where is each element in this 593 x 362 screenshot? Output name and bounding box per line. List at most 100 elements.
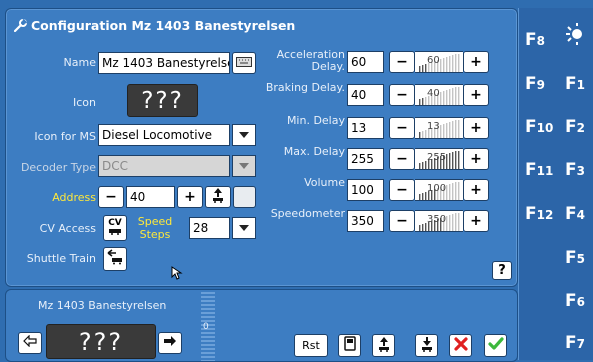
function-key-number: 2: [576, 121, 585, 135]
function-key-letter: F: [525, 30, 537, 50]
param-minus-button[interactable]: −: [389, 84, 415, 106]
cancel-button[interactable]: [449, 334, 472, 357]
function-key-number: 12: [536, 208, 554, 222]
param-label: Acceleration Delay.: [276, 48, 345, 73]
name-field[interactable]: Mz 1403 Banestyrelsen: [98, 52, 230, 74]
function-key[interactable]: F6: [565, 291, 585, 311]
function-key[interactable]: F1: [565, 74, 585, 94]
speed-steps-dropdown-button[interactable]: [232, 217, 256, 239]
function-key[interactable]: F4: [565, 204, 585, 224]
param-value-field[interactable]: 60: [347, 51, 384, 73]
light-icon[interactable]: [564, 22, 588, 50]
param-slider[interactable]: 100: [415, 179, 463, 201]
function-key[interactable]: F9: [525, 74, 545, 94]
slider-value: 100: [427, 183, 447, 194]
slider-value: 255: [427, 152, 447, 163]
slider-value: 60: [427, 55, 440, 66]
shuttle-train-button[interactable]: [103, 247, 127, 271]
param-minus-button[interactable]: −: [389, 117, 415, 139]
param-minus-button[interactable]: −: [389, 51, 415, 73]
param-slider[interactable]: 40: [415, 84, 463, 106]
param-value-field[interactable]: 350: [347, 210, 384, 232]
cv-access-label: CV Access: [39, 222, 96, 235]
speed-steps-select[interactable]: 28: [189, 217, 230, 239]
keyboard-button[interactable]: [232, 52, 256, 74]
chevron-down-icon: [239, 132, 249, 138]
param-value-field[interactable]: 40: [347, 84, 384, 106]
loco-upload-icon: [210, 187, 226, 207]
param-slider[interactable]: 350: [415, 210, 463, 232]
param-minus-button[interactable]: −: [389, 179, 415, 201]
function-key[interactable]: F2: [565, 117, 585, 137]
param-value-field[interactable]: 13: [347, 117, 384, 139]
param-plus-button[interactable]: +: [463, 148, 489, 170]
param-slider[interactable]: 255: [415, 148, 463, 170]
loco-icon-display[interactable]: ???: [46, 324, 156, 359]
display-button[interactable]: [338, 334, 361, 357]
next-loco-button[interactable]: [158, 332, 182, 354]
upload-button[interactable]: [372, 334, 395, 357]
dialog-title: Configuration Mz 1403 Banestyrelsen: [13, 18, 296, 35]
function-key-letter: F: [565, 204, 577, 224]
loco-download-icon: [419, 336, 435, 356]
address-minus-button[interactable]: −: [98, 186, 124, 208]
param-label: Max. Delay: [283, 145, 345, 158]
function-key[interactable]: F8: [525, 30, 545, 50]
address-plus-button[interactable]: +: [177, 186, 203, 208]
reset-button[interactable]: Rst: [294, 334, 328, 357]
param-value-field[interactable]: 255: [347, 148, 384, 170]
function-key[interactable]: F7: [565, 333, 585, 353]
address-program-button[interactable]: [205, 186, 231, 208]
param-minus-button[interactable]: −: [389, 148, 415, 170]
chevron-down-icon: [239, 225, 249, 231]
function-key-number: 9: [536, 78, 545, 92]
function-key[interactable]: F3: [565, 160, 585, 180]
param-plus-button[interactable]: +: [463, 51, 489, 73]
param-value-field[interactable]: 100: [347, 179, 384, 201]
function-key-letter: F: [565, 248, 577, 268]
ok-button[interactable]: [484, 334, 507, 357]
config-dialog: Configuration Mz 1403 Banestyrelsen Name…: [5, 8, 518, 287]
function-key-number: 3: [576, 164, 585, 178]
param-plus-button[interactable]: +: [463, 117, 489, 139]
function-key-bar: F8 F9 F10 F11 F12 F1 F2 F3 F4 F5 F6 F7: [518, 8, 593, 360]
previous-loco-button[interactable]: [18, 332, 42, 354]
function-key[interactable]: F10: [525, 117, 553, 137]
icon-ms-dropdown-button[interactable]: [232, 124, 256, 146]
param-minus-button[interactable]: −: [389, 210, 415, 232]
function-key-letter: F: [525, 160, 537, 180]
cv-access-button[interactable]: CV: [103, 215, 127, 241]
slider-value: 40: [427, 88, 440, 99]
param-plus-button[interactable]: +: [463, 84, 489, 106]
param-plus-button[interactable]: +: [463, 179, 489, 201]
address-extra-button[interactable]: [233, 186, 256, 208]
decoder-type-label: Decoder Type: [20, 161, 96, 174]
download-button[interactable]: [415, 334, 438, 357]
icon-ms-select[interactable]: Diesel Locomotive: [98, 124, 230, 146]
dialog-title-text: Configuration Mz 1403 Banestyrelsen: [31, 18, 296, 33]
function-key-number: 5: [576, 252, 585, 266]
loco-icon: [108, 228, 122, 238]
function-key[interactable]: F5: [565, 248, 585, 268]
function-key[interactable]: F12: [525, 204, 553, 224]
mouse-cursor-icon: [171, 265, 183, 284]
chevron-down-icon: [239, 163, 249, 169]
function-key-number: 8: [536, 34, 545, 48]
function-key[interactable]: F11: [525, 160, 553, 180]
function-key-number: 7: [576, 337, 585, 351]
param-slider[interactable]: 13: [415, 117, 463, 139]
param-plus-button[interactable]: +: [463, 210, 489, 232]
function-key-letter: F: [525, 204, 537, 224]
speed-steps-label: Speed Steps: [137, 215, 173, 241]
slider-value: 350: [427, 214, 447, 225]
param-slider[interactable]: 60: [415, 51, 463, 73]
icon-display[interactable]: ???: [127, 84, 198, 117]
loco-upload-icon: [376, 336, 392, 356]
help-button[interactable]: ?: [492, 261, 512, 280]
name-label: Name: [63, 56, 96, 69]
check-icon: [487, 336, 504, 355]
function-key-letter: F: [525, 74, 537, 94]
param-label: Braking Delay.: [265, 81, 345, 94]
address-field[interactable]: 40: [126, 186, 175, 208]
function-key-number: 4: [576, 208, 585, 222]
